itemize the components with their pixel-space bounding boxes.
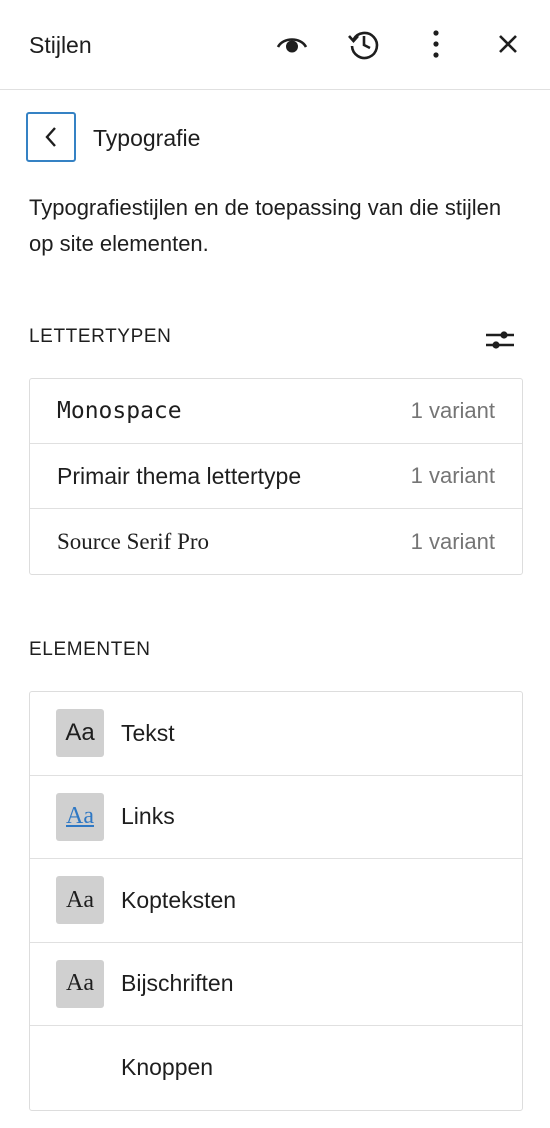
element-item-links[interactable]: Aa Links — [30, 776, 522, 859]
font-variant-count: 1 variant — [410, 398, 495, 423]
element-item-headings[interactable]: Aa Kopteksten — [30, 859, 522, 943]
panel-title: Stijlen — [29, 32, 92, 58]
navigator-heading: Typografie — [26, 112, 526, 164]
element-label: Bijschriften — [121, 970, 234, 997]
font-family-item[interactable]: Primair thema lettertype 1 variant — [30, 444, 522, 509]
typography-preview: Aa — [56, 709, 104, 758]
screen-description: Typografiestijlen en de toepassing van d… — [29, 195, 502, 256]
font-variant-count: 1 variant — [410, 463, 495, 488]
more-vertical-icon — [433, 30, 439, 58]
fonts-section-label: LETTERTYPEN — [29, 326, 172, 347]
font-family-name: Monospace — [57, 398, 182, 424]
elements-list: Aa Tekst Aa Links Aa Kopteksten Aa Bijsc… — [29, 691, 523, 1111]
typography-preview: Aa — [56, 876, 104, 925]
close-icon — [499, 35, 517, 53]
sliders-icon — [486, 331, 514, 349]
element-item-captions[interactable]: Aa Bijschriften — [30, 943, 522, 1026]
sidebar-header: Stijlen — [0, 0, 550, 90]
font-families-list: Monospace 1 variant Primair thema letter… — [29, 378, 523, 575]
font-family-name: Primair thema lettertype — [57, 462, 302, 489]
font-family-item[interactable]: Source Serif Pro 1 variant — [30, 509, 522, 574]
chevron-left-icon — [45, 127, 56, 147]
eye-icon — [276, 38, 308, 53]
more-options-button[interactable] — [414, 22, 458, 66]
history-icon — [348, 31, 379, 60]
element-label: Tekst — [121, 719, 175, 746]
style-preview-button[interactable] — [270, 22, 314, 66]
element-item-buttons[interactable]: Knoppen — [30, 1026, 522, 1110]
back-button[interactable] — [26, 112, 76, 162]
typography-preview: Aa — [56, 792, 104, 841]
screen-title: Typografie — [93, 125, 201, 151]
close-button[interactable] — [486, 22, 530, 66]
manage-fonts-button[interactable] — [478, 318, 522, 362]
element-label: Kopteksten — [121, 886, 237, 913]
font-family-item[interactable]: Monospace 1 variant — [30, 379, 522, 444]
font-variant-count: 1 variant — [410, 528, 495, 554]
revisions-button[interactable] — [342, 22, 386, 66]
element-item-text[interactable]: Aa Tekst — [30, 692, 522, 776]
typography-preview: Aa — [56, 959, 104, 1008]
elements-section-label: ELEMENTEN — [29, 639, 151, 660]
font-family-name: Source Serif Pro — [57, 528, 210, 554]
element-label: Knoppen — [121, 1054, 214, 1081]
element-label: Links — [121, 803, 175, 830]
typography-preview — [56, 1044, 104, 1092]
